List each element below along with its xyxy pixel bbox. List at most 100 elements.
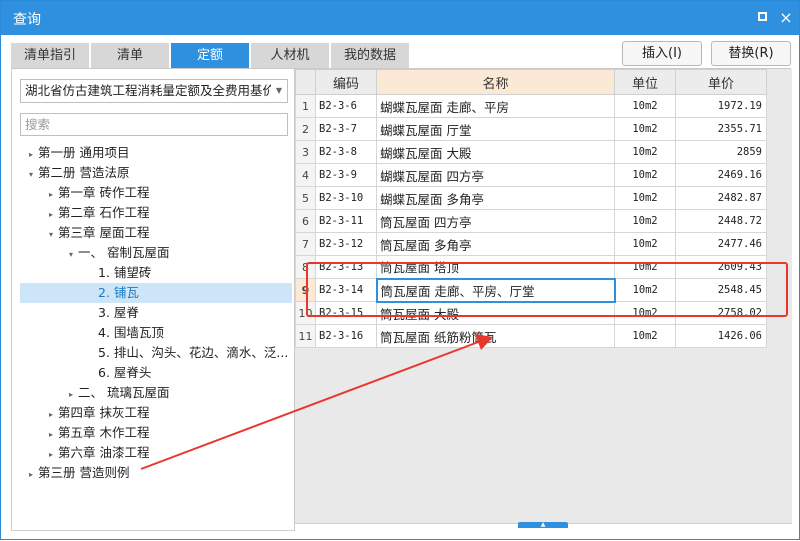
name-cell[interactable]: 蝴蝶瓦屋面 大殿 [376, 140, 615, 164]
price-cell[interactable]: 2859 [675, 140, 767, 164]
name-cell[interactable]: 筒瓦屋面 塔顶 [376, 255, 615, 279]
tree-node[interactable]: ▸ 二、 琉璃瓦屋面 [20, 383, 292, 403]
table-row[interactable]: 4 B2-3-9 蝴蝶瓦屋面 四方亭 10m2 2469.16 [295, 163, 767, 187]
expanded-caret-icon[interactable]: ▾ [24, 165, 38, 183]
name-cell[interactable]: 筒瓦屋面 四方亭 [376, 209, 615, 233]
unit-cell[interactable]: 10m2 [614, 163, 676, 187]
unit-cell[interactable]: 10m2 [614, 140, 676, 164]
title-bar[interactable]: 查询 × [1, 1, 799, 35]
tree-node[interactable]: ▾ 一、 窑制瓦屋面 [20, 243, 292, 263]
code-cell[interactable]: B2-3-6 [315, 94, 377, 118]
price-cell[interactable]: 1426.06 [675, 324, 767, 348]
code-cell[interactable]: B2-3-15 [315, 301, 377, 325]
code-cell[interactable]: B2-3-13 [315, 255, 377, 279]
column-header-code[interactable]: 编码 [315, 69, 377, 95]
tab-bill-guide[interactable]: 清单指引 [11, 43, 89, 68]
code-cell[interactable]: B2-3-8 [315, 140, 377, 164]
column-header-unit[interactable]: 单位 [614, 69, 676, 95]
price-cell[interactable]: 2355.71 [675, 117, 767, 141]
insert-button[interactable]: 插入(I) [622, 41, 702, 66]
maximize-icon[interactable] [752, 8, 772, 28]
replace-button[interactable]: 替换(R) [711, 41, 791, 66]
close-icon[interactable]: × [776, 8, 796, 28]
code-cell[interactable]: B2-3-7 [315, 117, 377, 141]
collapsed-caret-icon[interactable]: ▸ [64, 385, 78, 403]
tree-node[interactable]: 1. 铺望砖 [20, 263, 292, 283]
price-cell[interactable]: 2548.45 [675, 278, 767, 302]
code-cell[interactable]: B2-3-10 [315, 186, 377, 210]
row-number-cell[interactable]: 5 [295, 186, 316, 210]
code-cell[interactable]: B2-3-12 [315, 232, 377, 256]
expanded-caret-icon[interactable]: ▾ [44, 225, 58, 243]
price-cell[interactable]: 2758.02 [675, 301, 767, 325]
collapsed-caret-icon[interactable]: ▸ [44, 205, 58, 223]
table-row[interactable]: 9 B2-3-14 筒瓦屋面 走廊、平房、厅堂 10m2 2548.45 [295, 277, 767, 303]
row-number-cell[interactable]: 7 [295, 232, 316, 256]
code-cell[interactable]: B2-3-9 [315, 163, 377, 187]
tree-node[interactable]: ▸ 第三册 营造则例 [20, 463, 292, 483]
tab-bill[interactable]: 清单 [91, 43, 169, 68]
collapsed-caret-icon[interactable]: ▸ [44, 405, 58, 423]
name-cell[interactable]: 蝴蝶瓦屋面 走廊、平房 [376, 94, 615, 118]
tree-node[interactable]: ▾ 第三章 屋面工程 [20, 223, 292, 243]
row-number-cell[interactable]: 4 [295, 163, 316, 187]
code-cell[interactable]: B2-3-16 [315, 324, 377, 348]
row-number-cell[interactable]: 2 [295, 117, 316, 141]
row-number-cell[interactable]: 10 [295, 301, 316, 325]
unit-cell[interactable]: 10m2 [614, 186, 676, 210]
price-cell[interactable]: 2482.87 [675, 186, 767, 210]
tree-node[interactable]: ▸ 第二章 石作工程 [20, 203, 292, 223]
unit-cell[interactable]: 10m2 [614, 278, 676, 302]
unit-cell[interactable]: 10m2 [614, 324, 676, 348]
unit-cell[interactable]: 10m2 [614, 232, 676, 256]
tree-node[interactable]: ▾ 第二册 营造法原 [20, 163, 292, 183]
tree-node[interactable]: ▸ 第一章 砖作工程 [20, 183, 292, 203]
tree-node[interactable]: ▸ 第一册 通用项目 [20, 143, 292, 163]
tree-node[interactable]: 5. 排山、沟头、花边、滴水、泛... [20, 343, 292, 363]
tree-node[interactable]: 3. 屋脊 [20, 303, 292, 323]
table-row[interactable]: 7 B2-3-12 筒瓦屋面 多角亭 10m2 2477.46 [295, 232, 767, 256]
unit-cell[interactable]: 10m2 [614, 255, 676, 279]
row-number-cell[interactable]: 9 [295, 278, 316, 302]
name-cell[interactable]: 筒瓦屋面 大殿 [376, 301, 615, 325]
collapsed-caret-icon[interactable]: ▸ [44, 445, 58, 463]
price-cell[interactable]: 2609.43 [675, 255, 767, 279]
tab-labor-material-machine[interactable]: 人材机 [251, 43, 329, 68]
tree-node[interactable]: ▸ 第六章 油漆工程 [20, 443, 292, 463]
table-row[interactable]: 6 B2-3-11 筒瓦屋面 四方亭 10m2 2448.72 [295, 209, 767, 233]
table-row[interactable]: 8 B2-3-13 筒瓦屋面 塔顶 10m2 2609.43 [295, 255, 767, 279]
tree-node[interactable]: 6. 屋脊头 [20, 363, 292, 383]
collapsed-caret-icon[interactable]: ▸ [24, 145, 38, 163]
column-header-price[interactable]: 单价 [675, 69, 767, 95]
unit-cell[interactable]: 10m2 [614, 301, 676, 325]
unit-cell[interactable]: 10m2 [614, 94, 676, 118]
name-cell[interactable]: 蝴蝶瓦屋面 四方亭 [376, 163, 615, 187]
row-number-cell[interactable]: 1 [295, 94, 316, 118]
collapse-handle-icon[interactable]: ▲ [518, 522, 568, 528]
column-header-name[interactable]: 名称 [376, 69, 615, 95]
collapsed-caret-icon[interactable]: ▸ [44, 425, 58, 443]
price-cell[interactable]: 2477.46 [675, 232, 767, 256]
tab-quota[interactable]: 定额 [171, 43, 249, 68]
search-input[interactable] [20, 113, 288, 136]
quota-library-select[interactable]: 湖北省仿古建筑工程消耗量定额及全费用基价表 ▼ [20, 79, 288, 103]
tree-node[interactable]: ▸ 第五章 木作工程 [20, 423, 292, 443]
tab-my-data[interactable]: 我的数据 [331, 43, 409, 68]
price-cell[interactable]: 2448.72 [675, 209, 767, 233]
tree-node[interactable]: 2. 铺瓦 [20, 283, 292, 303]
name-cell[interactable]: 筒瓦屋面 走廊、平房、厅堂 [375, 277, 616, 303]
table-row[interactable]: 10 B2-3-15 筒瓦屋面 大殿 10m2 2758.02 [295, 301, 767, 325]
code-cell[interactable]: B2-3-14 [315, 278, 377, 302]
tree-node[interactable]: ▸ 第四章 抹灰工程 [20, 403, 292, 423]
name-cell[interactable]: 筒瓦屋面 多角亭 [376, 232, 615, 256]
collapsed-caret-icon[interactable]: ▸ [24, 465, 38, 483]
dropdown-arrow-icon[interactable]: ▼ [276, 80, 282, 102]
name-cell[interactable]: 筒瓦屋面 纸筋粉筒瓦 [376, 324, 615, 348]
unit-cell[interactable]: 10m2 [614, 117, 676, 141]
price-cell[interactable]: 2469.16 [675, 163, 767, 187]
table-row[interactable]: 1 B2-3-6 蝴蝶瓦屋面 走廊、平房 10m2 1972.19 [295, 94, 767, 118]
name-cell[interactable]: 蝴蝶瓦屋面 厅堂 [376, 117, 615, 141]
row-number-cell[interactable]: 8 [295, 255, 316, 279]
price-cell[interactable]: 1972.19 [675, 94, 767, 118]
collapsed-caret-icon[interactable]: ▸ [44, 185, 58, 203]
